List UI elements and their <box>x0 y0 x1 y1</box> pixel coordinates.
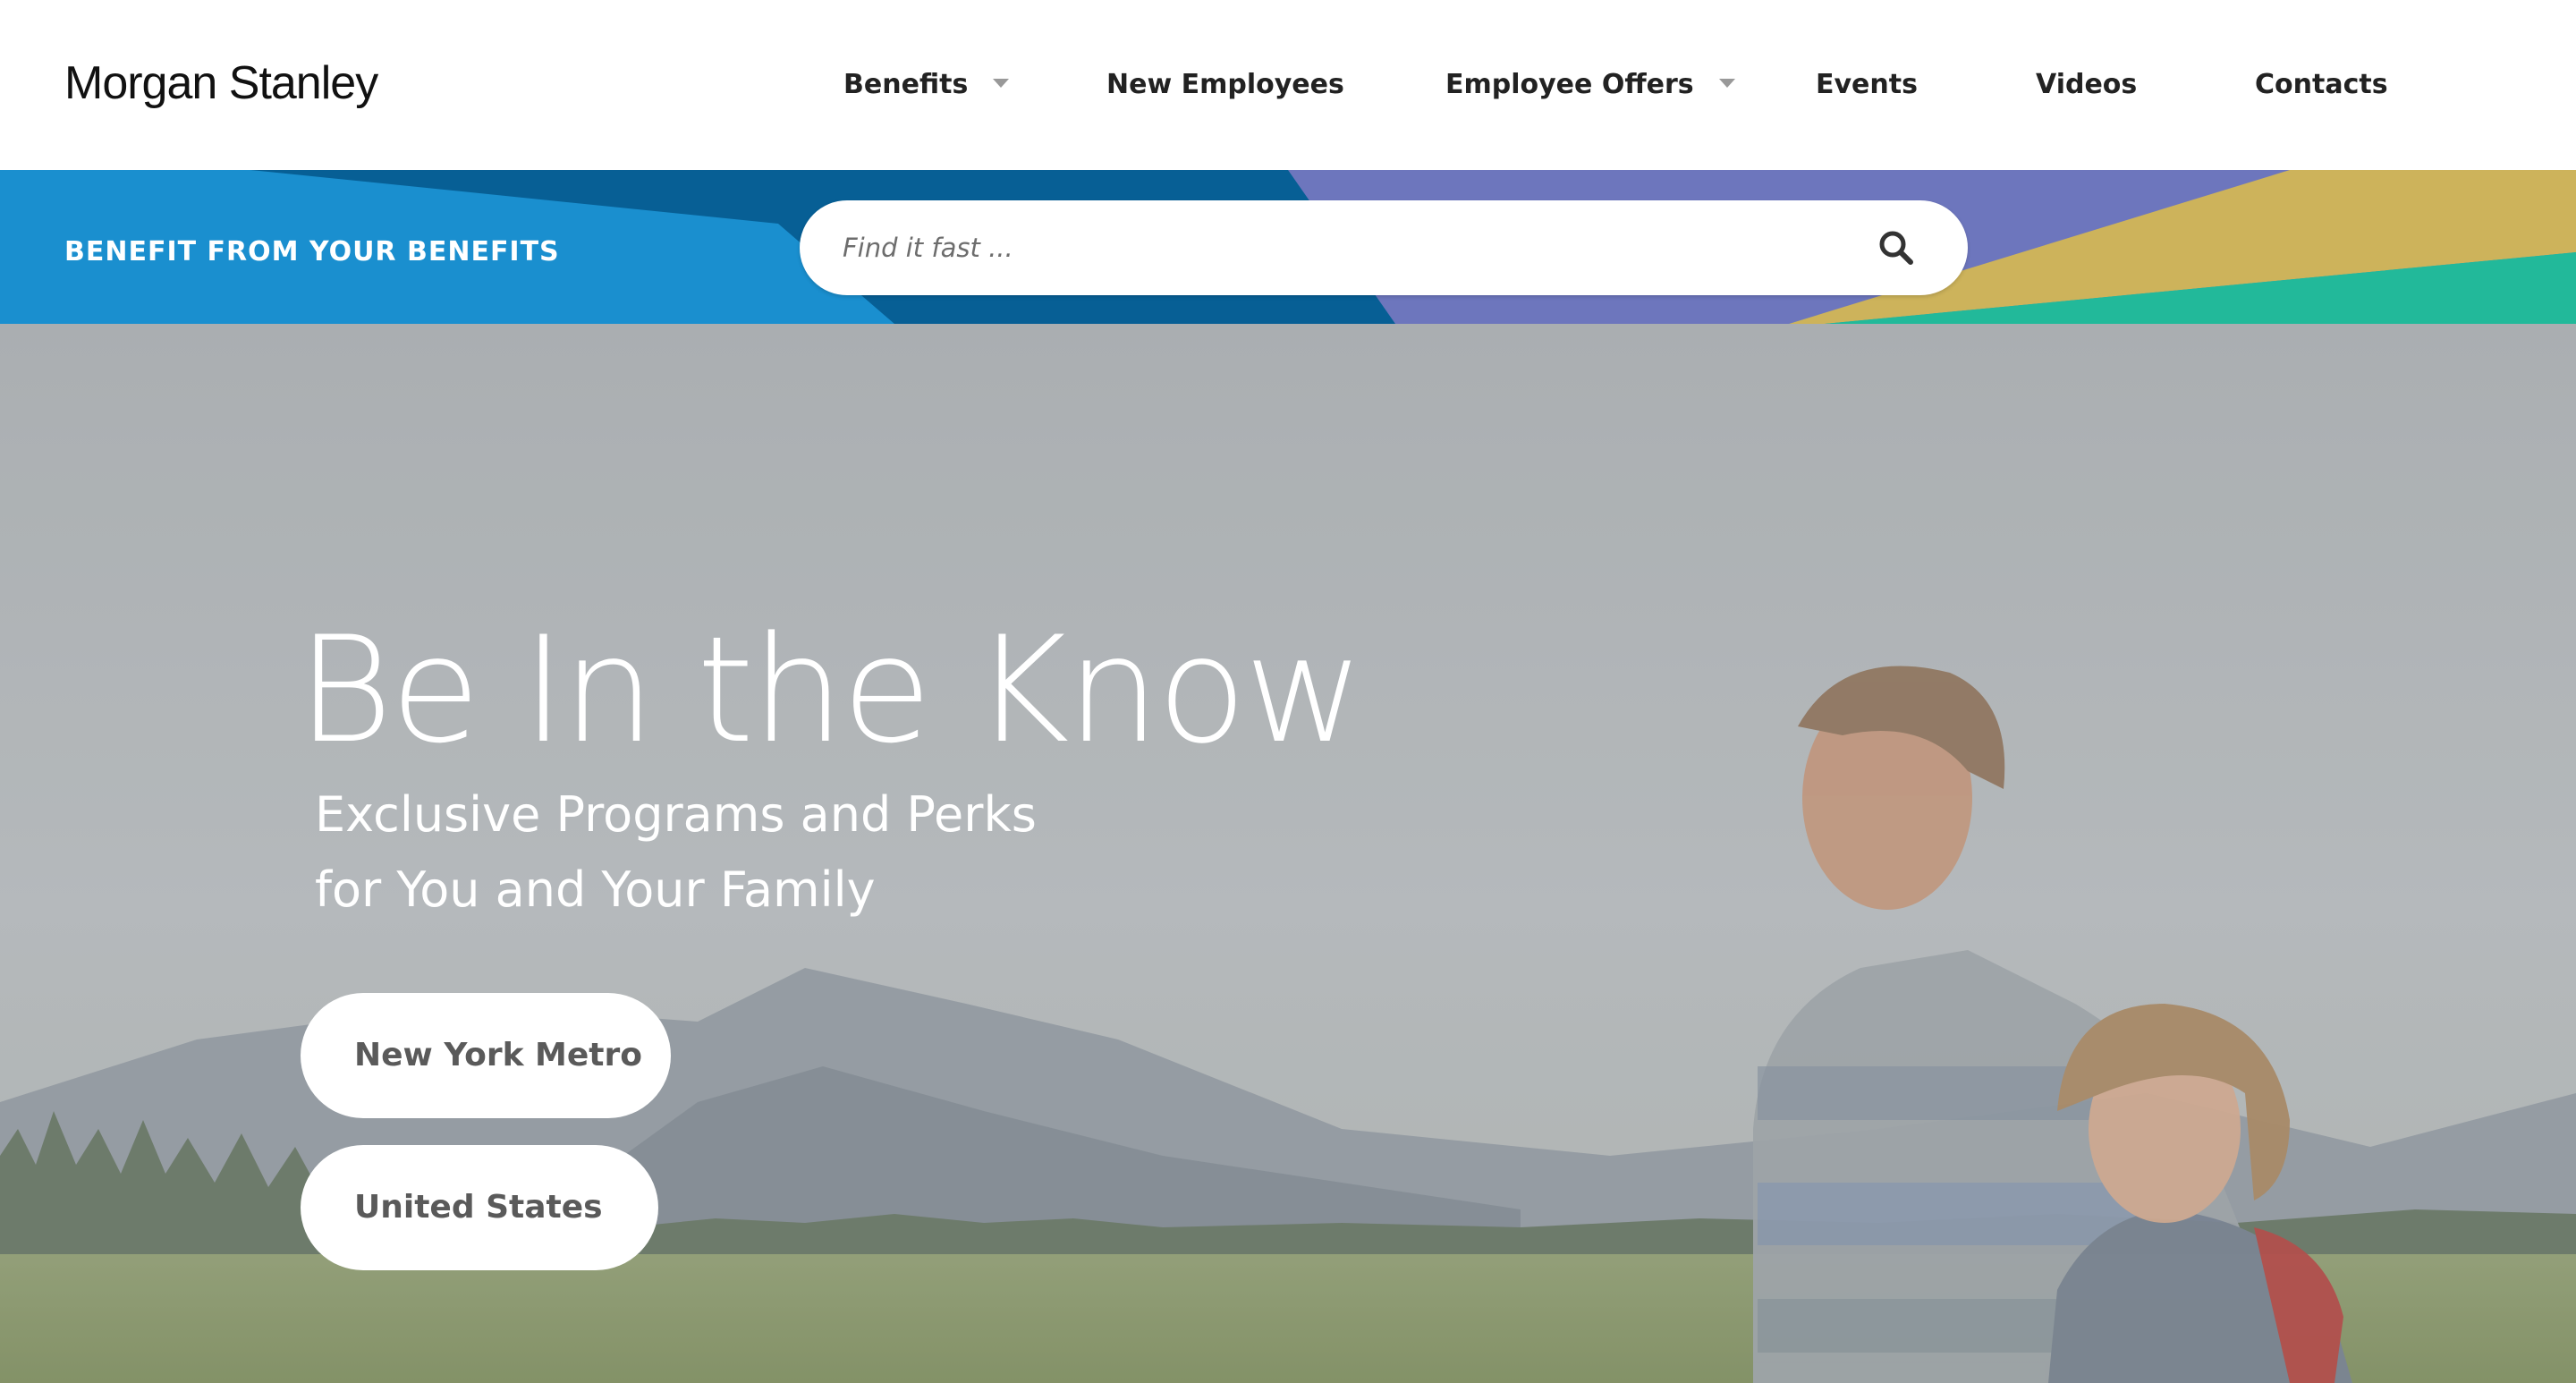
main-nav: Benefits New Employees Employee Offers E… <box>0 0 2576 170</box>
search-band: BENEFIT FROM YOUR BENEFITS <box>0 170 2576 324</box>
nav-item-new-employees[interactable]: New Employees <box>1106 63 1344 107</box>
search-input[interactable] <box>841 225 1825 270</box>
united-states-button[interactable]: United States <box>301 1145 658 1270</box>
hero-subtitle-line2: for You and Your Family <box>315 861 876 918</box>
nav-item-employee-offers[interactable]: Employee Offers <box>1445 63 1735 107</box>
nav-item-label: Benefits <box>843 69 969 100</box>
nav-item-videos[interactable]: Videos <box>2036 63 2137 107</box>
nav-item-label: Videos <box>2036 69 2138 100</box>
nav-item-label: Events <box>1816 69 1918 100</box>
nav-item-benefits[interactable]: Benefits <box>843 63 1010 107</box>
nav-item-contacts[interactable]: Contacts <box>2255 63 2388 107</box>
hero-section: Be In the Know Exclusive Programs and Pe… <box>0 324 2576 1383</box>
tagline: BENEFIT FROM YOUR BENEFITS <box>64 236 560 267</box>
search-box <box>800 200 1968 295</box>
nav-item-label: Contacts <box>2255 69 2388 100</box>
chevron-down-icon <box>993 78 1010 88</box>
hero-title: Be In the Know <box>297 605 1364 776</box>
hero-subtitle-line1: Exclusive Programs and Perks <box>315 786 1037 843</box>
nav-item-label: New Employees <box>1106 69 1344 100</box>
site-header: Morgan Stanley Benefits New Employees Em… <box>0 0 2576 170</box>
nav-item-label: Employee Offers <box>1445 69 1694 100</box>
chevron-down-icon <box>1718 78 1735 88</box>
new-york-metro-button[interactable]: New York Metro <box>301 993 671 1118</box>
nav-item-events[interactable]: Events <box>1816 63 1918 107</box>
search-icon[interactable] <box>1877 228 1916 267</box>
